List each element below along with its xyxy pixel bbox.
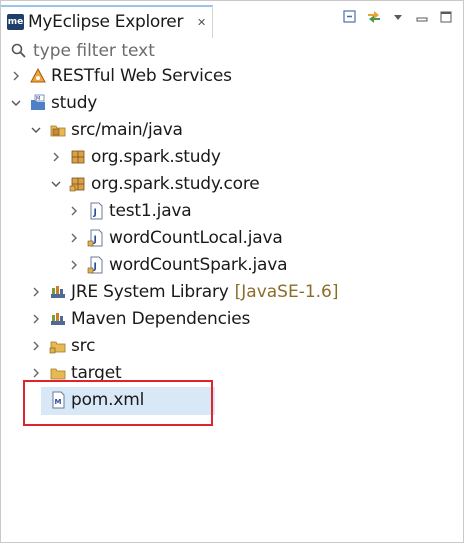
- filter-bar: [1, 39, 463, 63]
- tree-item-label: src: [71, 336, 96, 356]
- tree-item-pkg-core[interactable]: org.spark.study.core: [49, 171, 260, 197]
- chevron-right-icon[interactable]: [67, 231, 81, 245]
- chevron-right-icon[interactable]: [29, 366, 43, 380]
- tree-item-label: org.spark.study: [91, 147, 221, 167]
- tree-item-label: study: [51, 93, 98, 113]
- svg-text:J: J: [93, 208, 97, 218]
- tree-item-study[interactable]: M study: [9, 90, 97, 116]
- tree-item-maven-dependencies[interactable]: Maven Dependencies: [29, 306, 250, 332]
- java-file-icon: J: [87, 229, 105, 247]
- chevron-right-icon[interactable]: [67, 204, 81, 218]
- tree-item-label: src/main/java: [71, 120, 183, 140]
- folder-icon: [49, 337, 67, 355]
- view-tab-bar: me MyEclipse Explorer ✕: [1, 1, 463, 39]
- chevron-down-icon[interactable]: [49, 177, 63, 191]
- tree-item-label: Maven Dependencies: [71, 309, 251, 329]
- chevron-down-icon[interactable]: [9, 96, 23, 110]
- collapse-all-icon[interactable]: [341, 8, 359, 26]
- tab-myeclipse-explorer[interactable]: me MyEclipse Explorer ✕: [1, 5, 213, 38]
- svg-text:M: M: [36, 96, 40, 102]
- tree-item-label: test1.java: [109, 201, 192, 221]
- annotation-highlight-box: [23, 380, 213, 426]
- restful-services-icon: [29, 67, 47, 85]
- maximize-icon[interactable]: [437, 8, 455, 26]
- java-file-icon: J: [87, 202, 105, 220]
- chevron-right-icon[interactable]: [49, 150, 63, 164]
- jre-version-decoration: [JavaSE-1.6]: [234, 282, 339, 302]
- chevron-right-icon[interactable]: [29, 285, 43, 299]
- search-icon: [10, 42, 28, 60]
- tree-item-wordcountspark-java[interactable]: J wordCountSpark.java: [67, 252, 288, 278]
- close-icon[interactable]: ✕: [197, 16, 206, 29]
- chevron-right-icon[interactable]: [67, 258, 81, 272]
- tree-item-restful[interactable]: RESTful Web Services: [9, 63, 232, 89]
- tree-item-src-main-java[interactable]: src/main/java: [29, 117, 183, 143]
- library-icon: [49, 283, 67, 301]
- package-icon: [69, 148, 87, 166]
- myeclipse-explorer-view: me MyEclipse Explorer ✕ type filter text…: [0, 0, 464, 543]
- tree-item-wordcountlocal-java[interactable]: J wordCountLocal.java: [67, 225, 283, 251]
- tree-item-jre-library[interactable]: JRE System Library [JavaSE-1.6]: [29, 279, 339, 305]
- tree-item-label: org.spark.study.core: [91, 174, 260, 194]
- package-icon: [69, 175, 87, 193]
- java-file-icon: J: [87, 256, 105, 274]
- filter-input[interactable]: [33, 39, 333, 63]
- view-toolbar: [341, 7, 455, 27]
- tree-item-label: JRE System Library: [71, 282, 229, 302]
- tab-title: MyEclipse Explorer: [28, 12, 184, 32]
- chevron-right-icon[interactable]: [9, 69, 23, 83]
- view-menu-icon[interactable]: [389, 8, 407, 26]
- tree-item-label: wordCountLocal.java: [109, 228, 283, 248]
- tree-item-test1-java[interactable]: J test1.java: [67, 198, 192, 224]
- chevron-right-icon[interactable]: [29, 312, 43, 326]
- tree-item-label: wordCountSpark.java: [109, 255, 288, 275]
- tree-item-label: RESTful Web Services: [51, 66, 232, 86]
- link-with-editor-icon[interactable]: [365, 8, 383, 26]
- source-folder-icon: [49, 121, 67, 139]
- chevron-down-icon[interactable]: [29, 123, 43, 137]
- tree-item-src[interactable]: src: [29, 333, 95, 359]
- myeclipse-logo-icon: me: [7, 14, 24, 30]
- minimize-icon[interactable]: [413, 8, 431, 26]
- chevron-right-icon[interactable]: [29, 339, 43, 353]
- library-icon: [49, 310, 67, 328]
- maven-project-icon: M: [29, 94, 47, 112]
- tree-item-pkg-study[interactable]: org.spark.study: [49, 144, 221, 170]
